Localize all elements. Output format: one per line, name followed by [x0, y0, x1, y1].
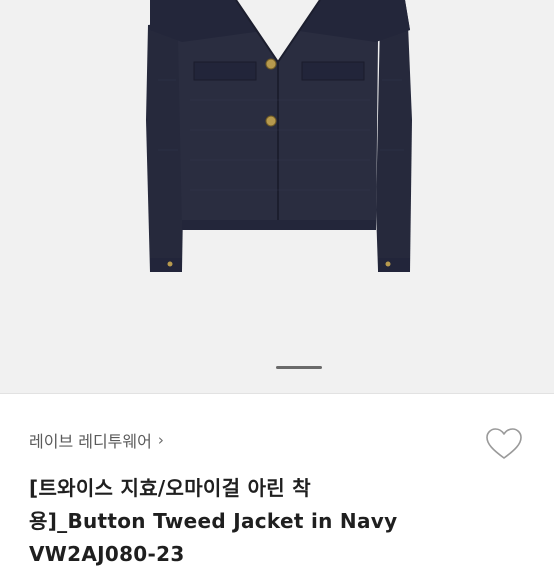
brand-name: 레이브 레디투웨어 [29, 432, 152, 451]
jacket-illustration [146, 0, 412, 272]
heart-outline-icon [486, 428, 522, 459]
product-code: VW2AJ080-23 [29, 542, 185, 566]
carousel-indicator [276, 366, 322, 369]
brand-link[interactable]: 레이브 레디투웨어 › [29, 428, 164, 452]
chevron-right-icon: › [157, 431, 164, 449]
like-button[interactable] [484, 424, 524, 464]
product-title: [트와이스 지효/오마이걸 아린 착용]_Button Tweed Jacket… [29, 472, 469, 571]
divider [0, 393, 554, 394]
product-title-line-1: [트와이스 지효/오마이걸 아린 착 [29, 476, 311, 500]
product-title-line-2: 용]_Button Tweed Jacket in Navy [29, 509, 398, 533]
product-image[interactable] [0, 0, 554, 393]
